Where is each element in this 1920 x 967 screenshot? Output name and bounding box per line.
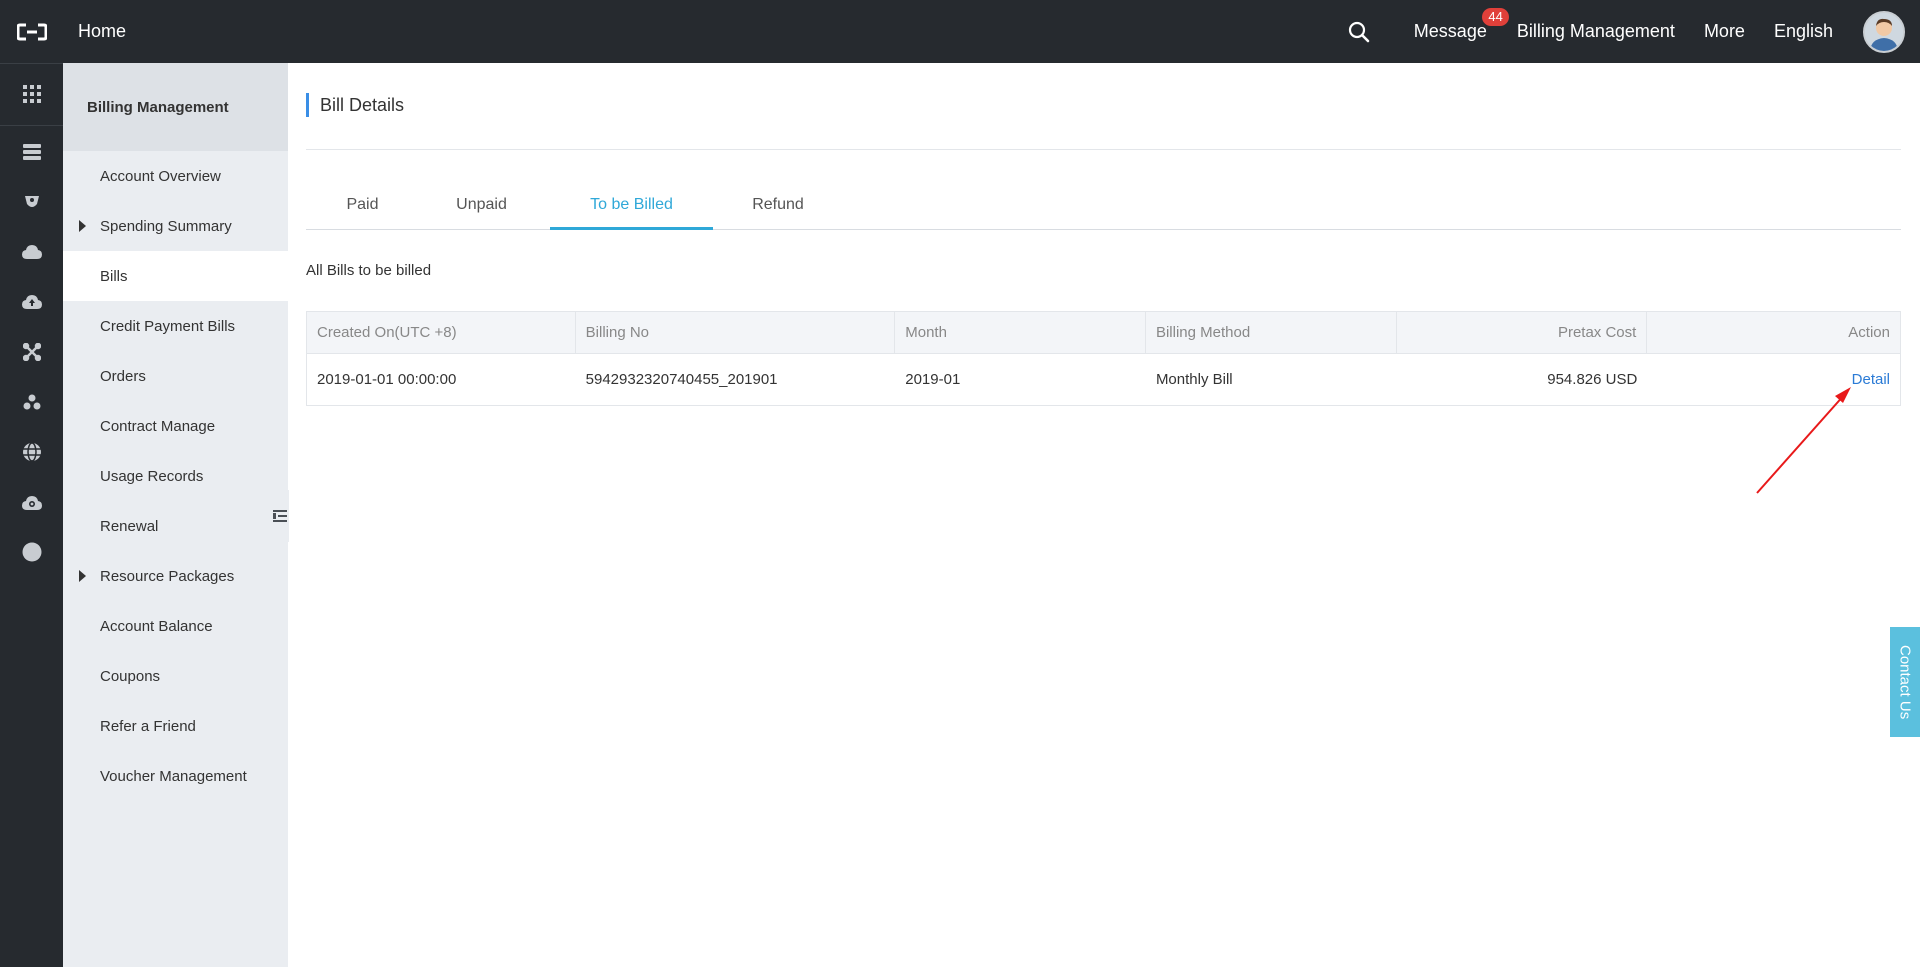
title-divider <box>306 149 1901 150</box>
column-header-created: Created On(UTC +8) <box>307 312 576 353</box>
rail-divider <box>0 125 63 126</box>
cell-month: 2019-01 <box>905 371 961 388</box>
bill-tabs: Paid Unpaid To be Billed Refund <box>306 180 1901 230</box>
table-header-row: Created On(UTC +8) Billing No Month Bill… <box>307 312 1900 354</box>
caret-right-icon <box>79 570 86 582</box>
message-count-badge: 44 <box>1482 8 1509 26</box>
sidebar-item-label: Usage Records <box>100 467 204 485</box>
sidebar-title: Billing Management <box>63 63 288 151</box>
billing-sidebar: Billing Management Account Overview Spen… <box>63 63 288 967</box>
message-label: Message <box>1413 21 1487 41</box>
page-title: Bill Details <box>306 93 404 117</box>
sidebar-item-account-balance[interactable]: Account Balance <box>63 601 288 651</box>
cell-pretax-cost: 954.826 USD <box>1547 371 1638 388</box>
globe-icon[interactable] <box>0 432 63 472</box>
sidebar-item-label: Spending Summary <box>100 217 232 235</box>
language-selector[interactable]: English <box>1774 21 1833 42</box>
tab-paid[interactable]: Paid <box>306 180 419 230</box>
tab-unpaid[interactable]: Unpaid <box>419 180 544 230</box>
grid-icon[interactable] <box>0 74 63 114</box>
sidebar-item-label: Account Overview <box>100 167 221 185</box>
tab-to-be-billed[interactable]: To be Billed <box>550 180 713 230</box>
top-bar: Home Message 44 Billing Management More … <box>0 0 1920 63</box>
section-subtitle: All Bills to be billed <box>306 262 432 279</box>
sidebar-item-usage-records[interactable]: Usage Records <box>63 451 288 501</box>
avatar[interactable] <box>1863 10 1905 53</box>
column-header-billing-no: Billing No <box>576 312 896 353</box>
sidebar-item-renewal[interactable]: Renewal <box>63 501 288 551</box>
sidebar-item-label: Resource Packages <box>100 567 235 585</box>
billing-management-link[interactable]: Billing Management <box>1517 21 1675 42</box>
sidebar-item-label: Coupons <box>100 667 161 685</box>
column-header-action: Action <box>1848 324 1890 341</box>
collapse-icon <box>273 510 287 522</box>
product-rail <box>0 63 63 967</box>
tab-refund[interactable]: Refund <box>713 180 843 230</box>
sidebar-item-coupons[interactable]: Coupons <box>63 651 288 701</box>
cell-billing-no: 5942932320740455_201901 <box>585 371 778 388</box>
sidebar-item-label: Orders <box>100 367 146 385</box>
sidebar-menu: Account Overview Spending Summary Bills … <box>63 151 288 801</box>
sidebar-item-voucher-management[interactable]: Voucher Management <box>63 751 288 801</box>
home-link[interactable]: Home <box>78 21 126 42</box>
sidebar-item-label: Contract Manage <box>100 417 216 435</box>
server-icon[interactable] <box>0 132 63 172</box>
column-header-billing-method: Billing Method <box>1146 312 1397 353</box>
cluster-icon[interactable] <box>0 382 63 422</box>
sidebar-item-label: Account Balance <box>100 617 213 635</box>
circle-icon[interactable] <box>0 532 63 572</box>
sidebar-item-label: Renewal <box>100 517 159 535</box>
sidebar-item-credit-payment-bills[interactable]: Credit Payment Bills <box>63 301 288 351</box>
sidebar-item-account-overview[interactable]: Account Overview <box>63 151 288 201</box>
search-icon[interactable] <box>1346 19 1372 45</box>
cell-billing-method: Monthly Bill <box>1155 371 1233 388</box>
gear-cloud-icon[interactable] <box>0 482 63 522</box>
logo-icon[interactable] <box>0 0 63 63</box>
sidebar-item-orders[interactable]: Orders <box>63 351 288 401</box>
table-row: 2019-01-01 00:00:00 5942932320740455_201… <box>307 354 1900 405</box>
cell-created: 2019-01-01 00:00:00 <box>317 371 457 388</box>
sidebar-item-label: Refer a Friend <box>100 717 196 735</box>
caret-right-icon <box>79 220 86 232</box>
network-icon[interactable] <box>0 332 63 372</box>
message-link[interactable]: Message 44 <box>1413 8 1509 42</box>
sidebar-item-spending-summary[interactable]: Spending Summary <box>63 201 288 251</box>
sidebar-item-label: Voucher Management <box>100 767 247 785</box>
main-content: Bill Details Paid Unpaid To be Billed Re… <box>288 63 1920 967</box>
sidebar-item-refer-a-friend[interactable]: Refer a Friend <box>63 701 288 751</box>
cell-action: Detail <box>1647 354 1900 405</box>
sidebar-item-resource-packages[interactable]: Resource Packages <box>63 551 288 601</box>
column-header-month: Month <box>895 312 1146 353</box>
cloud-icon[interactable] <box>0 282 63 322</box>
sidebar-item-contract-manage[interactable]: Contract Manage <box>63 401 288 451</box>
sidebar-collapse-toggle[interactable] <box>271 490 289 542</box>
detail-link[interactable]: Detail <box>1852 371 1890 388</box>
sidebar-item-bills[interactable]: Bills <box>63 251 288 301</box>
database-icon[interactable] <box>0 182 63 222</box>
sidebar-item-label: Credit Payment Bills <box>100 317 236 335</box>
bills-table: Created On(UTC +8) Billing No Month Bill… <box>306 311 1901 406</box>
more-menu[interactable]: More <box>1704 21 1745 42</box>
cloud-upload-icon[interactable] <box>0 232 63 272</box>
column-header-pretax-cost: Pretax Cost <box>1397 312 1648 353</box>
sidebar-item-label: Bills <box>100 267 128 285</box>
contact-us-button[interactable]: Contact Us <box>1890 627 1920 737</box>
